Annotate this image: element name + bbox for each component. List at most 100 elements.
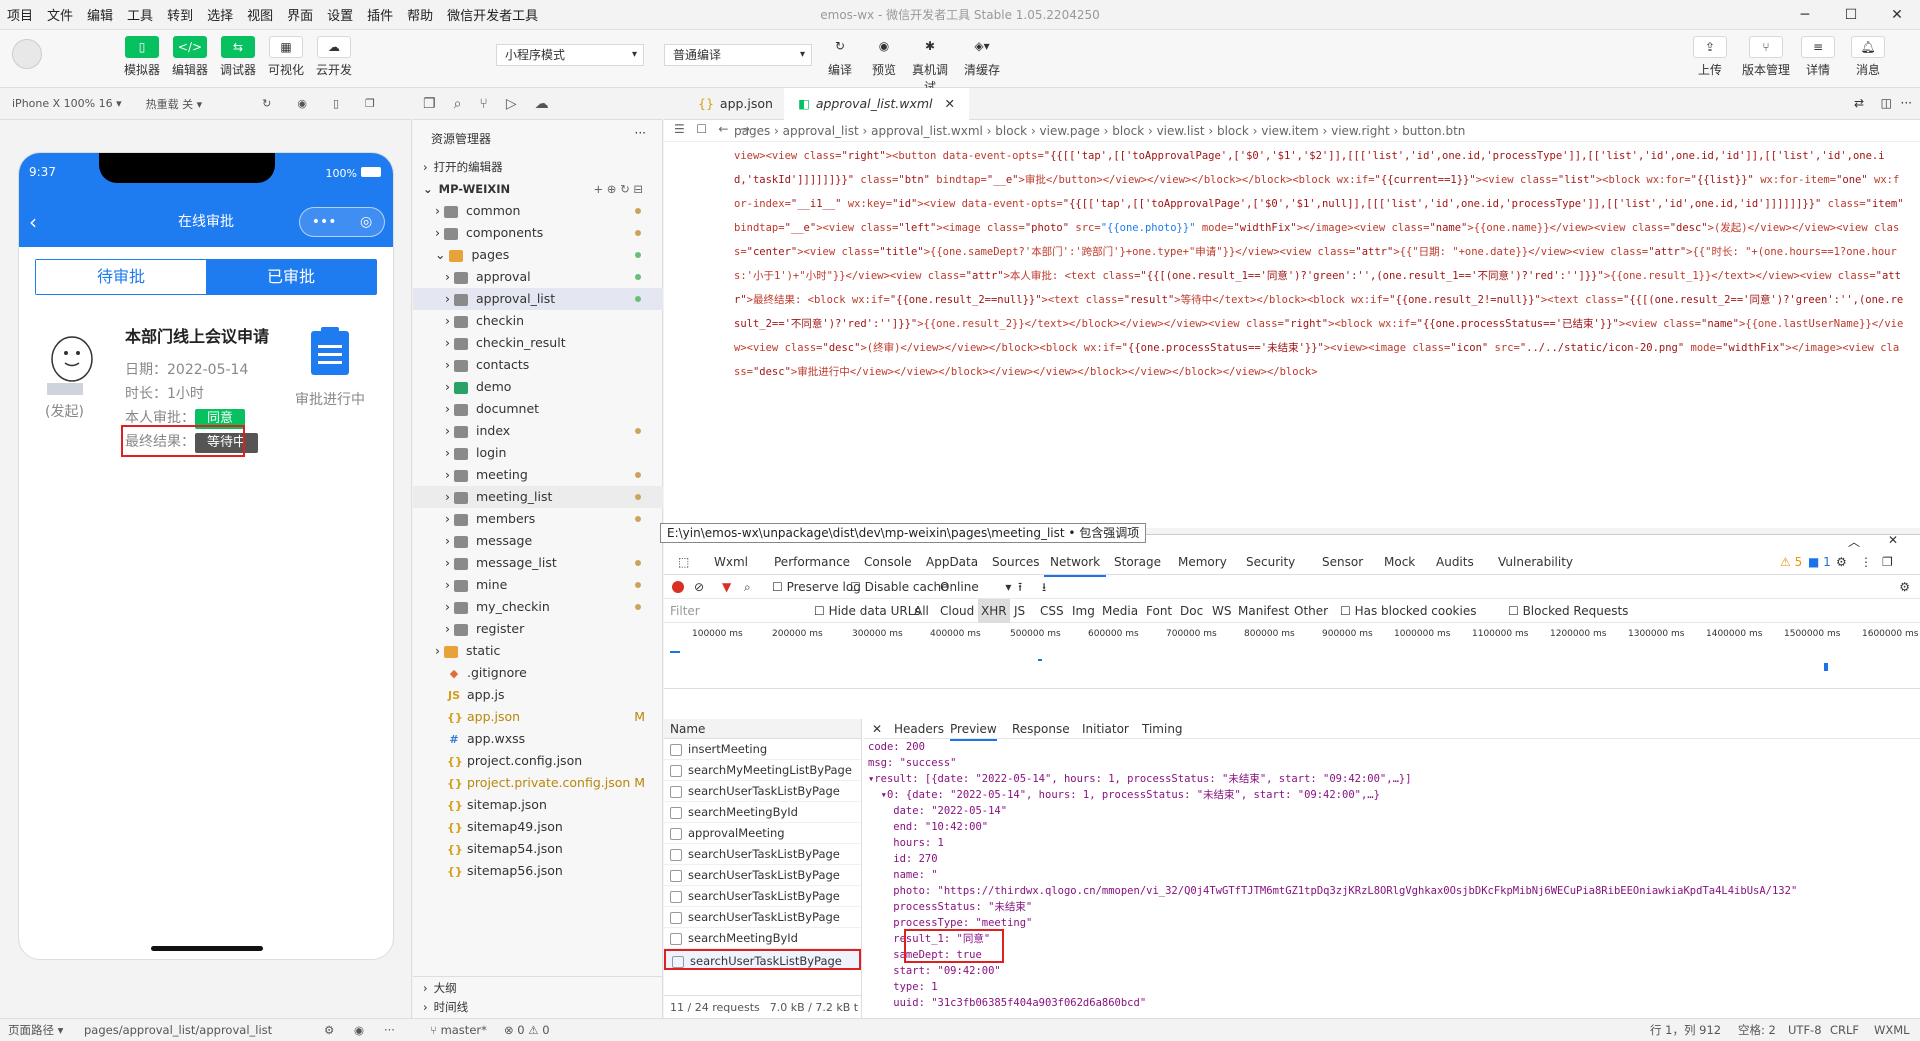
search-icon[interactable]: ⌕ (744, 575, 751, 599)
folder-documnet[interactable]: › documnet (413, 398, 663, 420)
folder-meeting[interactable]: › meeting (413, 464, 663, 486)
file-sitemap54[interactable]: {} sitemap54.json (413, 838, 663, 860)
folder-register[interactable]: › register (413, 618, 663, 640)
request-item-selected[interactable]: searchUserTaskListByPage (664, 949, 861, 970)
request-item[interactable]: searchMeetingById (664, 928, 861, 949)
folder-common[interactable]: › common (413, 200, 663, 222)
cloud-button[interactable]: ☁ 云开发 (312, 36, 356, 78)
request-item[interactable]: searchUserTaskListByPage (664, 886, 861, 907)
upload-button[interactable]: ⇪ 上传 (1688, 36, 1732, 78)
folder-login[interactable]: › login (413, 442, 663, 464)
mode-select[interactable]: 小程序模式 (496, 44, 644, 66)
folder-checkin[interactable]: › checkin (413, 310, 663, 332)
filter-other[interactable]: Other (1294, 599, 1328, 623)
settings-icon[interactable]: ⚙ (1836, 549, 1847, 575)
menu-select[interactable]: 选择 (200, 5, 240, 24)
menu-settings[interactable]: 设置 (320, 5, 360, 24)
compare-icon[interactable]: ⇄ (1854, 96, 1864, 110)
back-icon[interactable]: ‹ (29, 197, 37, 247)
split-icon[interactable]: ◫ (1881, 96, 1892, 110)
device-select[interactable]: iPhone X 100% 16 ▾ (12, 97, 122, 110)
eye-icon[interactable]: ◉ (354, 1019, 364, 1041)
code-content[interactable]: view><view class="right"><button data-ev… (734, 144, 1904, 384)
filter-input[interactable]: Filter (670, 599, 700, 623)
approval-card[interactable]: (发起) 本部门线上会议申请 日期：2022-05-14 时长：1小时 本人审批… (19, 307, 393, 457)
throttle-select[interactable]: Online ▾ (940, 575, 1011, 599)
language-mode[interactable]: WXML (1874, 1019, 1910, 1041)
editor-button[interactable]: </> 编辑器 (168, 36, 212, 78)
request-item[interactable]: insertMeeting (664, 739, 861, 760)
debug-icon[interactable]: ▷ (506, 96, 517, 112)
folder-contacts[interactable]: › contacts (413, 354, 663, 376)
compile-button[interactable]: ↻ 编译 (818, 36, 862, 78)
folder-mine[interactable]: › mine (413, 574, 663, 596)
window-icon[interactable]: ❐ (365, 97, 375, 110)
request-item[interactable]: searchUserTaskListByPage (664, 907, 861, 928)
phone-icon[interactable]: ▯ (333, 97, 339, 110)
more-icon[interactable]: ··· (384, 1019, 395, 1041)
gear-icon[interactable]: ⚙ (324, 1019, 334, 1041)
more-icon[interactable]: ⋮ (1860, 549, 1872, 575)
tab-performance[interactable]: Performance (768, 549, 856, 575)
folder-approval[interactable]: › approval (413, 266, 663, 288)
file-project-config[interactable]: {} project.config.json (413, 750, 663, 772)
menu-tools[interactable]: 工具 (120, 5, 160, 24)
close-panel-icon[interactable]: ✕ (1888, 533, 1898, 547)
detail-button[interactable]: ≡ 详情 (1796, 36, 1840, 78)
tab-response[interactable]: Response (1012, 719, 1070, 739)
folder-index[interactable]: › index (413, 420, 663, 442)
response-preview[interactable]: code: 200 msg: "success" ▾result: [{date… (868, 739, 1908, 1009)
folder-members[interactable]: › members (413, 508, 663, 530)
simulator-button[interactable]: ▯ 模拟器 (120, 36, 164, 78)
outline-section[interactable]: › 大纲 (413, 976, 663, 998)
menu-goto[interactable]: 转到 (160, 5, 200, 24)
name-header[interactable]: Name (664, 719, 861, 739)
inspect-icon[interactable]: ⬚ (672, 549, 695, 575)
tab-network[interactable]: Network (1044, 549, 1107, 577)
message-button[interactable]: 🔔︎ 消息 (1846, 36, 1890, 78)
filter-doc[interactable]: Doc (1180, 599, 1203, 623)
encoding[interactable]: UTF-8 (1788, 1019, 1822, 1041)
avatar[interactable] (12, 39, 42, 69)
preview-button[interactable]: ◉ 预览 (862, 36, 906, 78)
project-root[interactable]: ⌄ MP-WEIXIN + ⊕ ↻ ⊟ (413, 178, 663, 200)
breadcrumb[interactable]: pages › approval_list › approval_list.wx… (664, 120, 1920, 142)
hide-data-checkbox[interactable]: ☐ Hide data URLs (814, 599, 921, 623)
menu-help[interactable]: 帮助 (400, 5, 440, 24)
stop-icon[interactable]: ◉ (297, 97, 307, 110)
line-ending[interactable]: CRLF (1830, 1019, 1859, 1041)
folder-message-list[interactable]: › message_list (413, 552, 663, 574)
tab-headers[interactable]: Headers (894, 719, 944, 739)
network-settings-icon[interactable]: ⚙ (1899, 575, 1910, 599)
menu-file[interactable]: 文件 (40, 5, 80, 24)
target-icon[interactable]: ◎ (360, 207, 372, 237)
folder-checkin-result[interactable]: › checkin_result (413, 332, 663, 354)
request-item[interactable]: searchUserTaskListByPage (664, 865, 861, 886)
tab-storage[interactable]: Storage (1108, 549, 1167, 575)
file-sitemap[interactable]: {} sitemap.json (413, 794, 663, 816)
tab-console[interactable]: Console (858, 549, 918, 575)
menu-edit[interactable]: 编辑 (80, 5, 120, 24)
file-app-wxss[interactable]: # app.wxss (413, 728, 663, 750)
record-icon[interactable] (672, 581, 684, 593)
tab-security[interactable]: Security (1240, 549, 1301, 575)
git-icon[interactable]: ⑂ (479, 96, 487, 112)
timeline-section[interactable]: › 时间线 (413, 996, 663, 1018)
tab-preview[interactable]: Preview (950, 719, 997, 741)
dock-icon[interactable]: ❐ (1882, 549, 1893, 575)
tab-audits[interactable]: Audits (1430, 549, 1480, 575)
request-item[interactable]: searchMyMeetingListByPage (664, 760, 861, 781)
version-button[interactable]: ⑂ 版本管理 (1738, 36, 1794, 78)
close-icon[interactable]: ✕ (1874, 0, 1920, 30)
filter-js[interactable]: JS (1014, 599, 1025, 623)
minimize-icon[interactable]: ─ (1782, 0, 1828, 30)
tab-wxml[interactable]: Wxml (708, 549, 754, 575)
hotreload-toggle[interactable]: 热重载 关 ▾ (146, 96, 203, 112)
visual-button[interactable]: ▦ 可视化 (264, 36, 308, 78)
capsule-menu[interactable]: ••• ◎ (299, 207, 385, 237)
warning-icon[interactable]: ⚠ 5 (1780, 549, 1802, 575)
more-icon[interactable]: ··· (635, 126, 646, 140)
folder-demo[interactable]: › demo (413, 376, 663, 398)
file-project-private-config[interactable]: {} project.private.config.json M (413, 772, 663, 794)
list-icon[interactable]: ☰ ☐ ← → (674, 122, 750, 136)
